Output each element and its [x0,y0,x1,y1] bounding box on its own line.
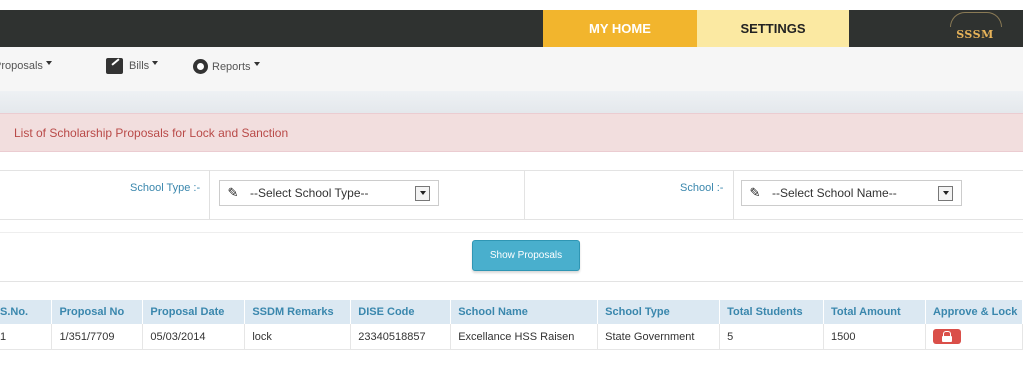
table-row: 1 1/351/7709 05/03/2014 lock 23340518857… [0,324,1023,350]
tab-my-home-label: MY HOME [589,21,651,36]
column-divider [209,170,210,219]
lock-icon[interactable] [932,329,961,344]
cell-school-type: State Government [597,324,721,350]
caret-down-icon [253,61,260,66]
cell-approve-lock [925,324,1023,350]
edit-icon [106,58,123,74]
header-dise-code: DISE Code [350,300,452,324]
breadcrumb-strip [0,91,1023,113]
cell-proposal-no: 1/351/7709 [51,324,144,350]
header-total-students: Total Students [719,300,825,324]
dropdown-arrow-icon[interactable] [938,185,953,201]
sssm-logo: SSSM [930,12,1020,45]
page-title: List of Scholarship Proposals for Lock a… [14,125,289,140]
dropdown-arrow-icon[interactable] [415,185,430,201]
school-type-select[interactable]: ✎ --Select School Type-- [219,180,439,206]
table-header-row: S.No. Proposal No Proposal Date SSDM Rem… [0,300,1023,324]
school-select[interactable]: ✎ --Select School Name-- [741,180,962,206]
header-school-type: School Type [597,300,721,324]
menu-proposals-label: Proposals [0,60,43,72]
school-type-label: School Type :- [130,182,201,194]
cell-dise-code: 23340518857 [350,324,452,350]
header-school-name: School Name [450,300,599,324]
column-divider [733,170,734,219]
tab-settings-label: SETTINGS [740,21,806,36]
proposals-table: S.No. Proposal No Proposal Date SSDM Rem… [0,300,1023,350]
menu-proposals[interactable]: Proposals [0,60,52,72]
menu-reports-label: Reports [212,60,251,73]
caret-down-icon [152,61,159,65]
header-proposal-no: Proposal No [51,300,144,324]
school-label: School :- [680,182,724,194]
cell-total-students: 5 [719,324,825,350]
pencil-icon: ✎ [227,185,239,200]
cell-sno: 1 [0,324,53,350]
header-approve-lock: Approve & Lock [925,300,1023,324]
disc-icon [193,59,208,74]
header-total-amount: Total Amount [823,300,926,324]
menu-reports[interactable]: Reports [193,59,260,74]
cell-school-name: Excellance HSS Raisen [450,324,599,350]
top-navbar [0,10,1023,47]
header-ssdm-remarks: SSDM Remarks [244,300,352,324]
cell-ssdm-remarks: lock [244,324,352,350]
tab-settings[interactable]: SETTINGS [697,10,849,47]
logo-emblem-icon [950,12,1002,27]
school-type-value: --Select School Type-- [250,186,369,200]
pencil-icon: ✎ [749,185,761,200]
cell-total-amount: 1500 [823,324,926,350]
tab-my-home[interactable]: MY HOME [543,10,697,47]
page-title-alert: List of Scholarship Proposals for Lock a… [0,113,1023,152]
cell-proposal-date: 05/03/2014 [142,324,246,350]
header-proposal-date: Proposal Date [142,300,246,324]
logo-text: SSSM [956,28,994,41]
filter-divider [524,170,525,219]
menu-bills[interactable]: Bills [106,58,159,74]
show-proposals-label: Show Proposals [489,250,563,261]
header-sno: S.No. [0,300,53,324]
school-value: --Select School Name-- [772,186,897,200]
menu-bills-label: Bills [129,60,150,72]
caret-down-icon [45,61,52,65]
show-proposals-button[interactable]: Show Proposals [472,240,580,271]
